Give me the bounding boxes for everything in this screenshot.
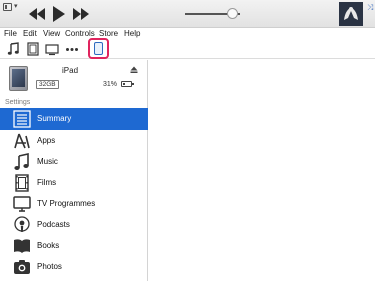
film-icon[interactable]	[26, 42, 40, 56]
sidebar-item-label: Photos	[37, 262, 62, 271]
menu-edit[interactable]: Edit	[23, 28, 37, 39]
sidebar-item-label: Books	[37, 241, 60, 250]
eject-icon[interactable]	[130, 66, 138, 74]
photos-icon	[14, 260, 30, 274]
sidebar-item-label: Podcasts	[37, 220, 70, 229]
sidebar-item-tv-programmes[interactable]: TV Programmes	[0, 193, 148, 215]
sidebar: iPad 32GB 31% Settings Summary Apps Musi…	[0, 60, 148, 281]
battery-icon	[121, 81, 134, 87]
sidebar-item-apps[interactable]: Apps	[0, 130, 148, 152]
menu-file[interactable]: File	[4, 28, 17, 39]
sidebar-item-label: Summary	[37, 114, 72, 123]
album-art-image	[339, 2, 363, 26]
apps-icon	[14, 133, 30, 149]
album-artwork[interactable]	[339, 2, 363, 26]
sidebar-item-label: Music	[37, 157, 58, 166]
ipad-thumbnail	[9, 66, 28, 91]
settings-section-label: Settings	[5, 99, 31, 106]
chevron-down-icon: ▾	[14, 3, 18, 10]
sidebar-item-photos[interactable]: Photos	[0, 256, 148, 278]
more-icon[interactable]	[65, 42, 79, 56]
menu-help[interactable]: Help	[124, 28, 140, 39]
podcasts-icon	[14, 216, 30, 232]
capacity-badge: 32GB	[36, 80, 59, 89]
menu-view[interactable]: View	[43, 28, 60, 39]
rewind-icon[interactable]	[28, 6, 46, 22]
music-icon	[14, 153, 29, 170]
menu-bar: File Edit View Controls Store Help	[0, 28, 375, 39]
main-content-area	[149, 60, 375, 281]
sidebar-item-label: Films	[37, 178, 57, 187]
films-icon	[15, 174, 29, 192]
device-name: iPad	[62, 66, 79, 75]
window-icon	[3, 3, 12, 11]
battery-percentage: 31%	[103, 81, 118, 88]
sidebar-item-summary[interactable]: Summary	[0, 108, 148, 130]
shuffle-icon[interactable]: ⤨	[367, 3, 373, 13]
volume-slider-knob[interactable]	[227, 8, 238, 19]
sidebar-item-label: Apps	[37, 136, 56, 145]
sidebar-item-label: TV Programmes	[37, 199, 96, 208]
media-toolbar	[0, 39, 375, 59]
itunes-window: ▾ ⤨ File Edit View Controls Store Help i…	[0, 0, 375, 281]
sidebar-item-films[interactable]: Films	[0, 172, 148, 194]
fast-forward-icon[interactable]	[72, 6, 90, 22]
sidebar-item-podcasts[interactable]: Podcasts	[0, 214, 148, 236]
summary-icon	[13, 110, 31, 128]
play-icon[interactable]	[52, 6, 66, 22]
player-bar: ▾ ⤨	[0, 0, 375, 28]
ipad-device-icon[interactable]	[94, 42, 103, 55]
books-icon	[14, 239, 30, 253]
music-note-icon[interactable]	[7, 42, 21, 56]
tv-icon[interactable]	[45, 42, 59, 56]
sidebar-item-books[interactable]: Books	[0, 235, 148, 257]
tv-programmes-icon	[13, 196, 31, 212]
window-menu-button[interactable]: ▾	[3, 2, 21, 14]
sidebar-item-music[interactable]: Music	[0, 151, 148, 173]
